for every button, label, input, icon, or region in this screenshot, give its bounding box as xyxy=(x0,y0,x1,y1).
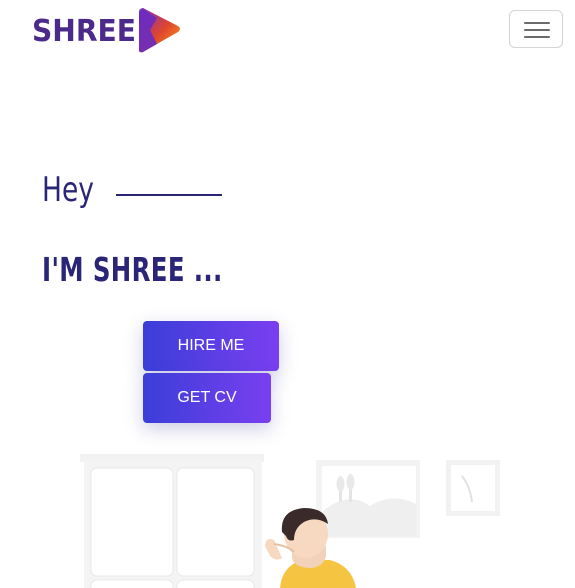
greeting-heading: Hey xyxy=(42,170,94,210)
bookshelf-icon xyxy=(80,454,264,588)
get-cv-button[interactable]: GET CV xyxy=(143,373,271,423)
picture-frame-icon xyxy=(316,460,420,538)
hamburger-menu-icon xyxy=(524,22,550,24)
menu-toggle-button[interactable] xyxy=(509,10,563,48)
greeting-underline xyxy=(116,194,222,196)
person-at-desk-illustration xyxy=(80,454,500,588)
logo-text: SHREE xyxy=(32,14,136,49)
hamburger-bar xyxy=(524,29,550,31)
small-frame-icon xyxy=(446,460,500,516)
navbar: SHREE xyxy=(0,0,575,60)
shree-logo[interactable]: SHREE xyxy=(32,6,184,54)
hero-name-heading: I'M SHREE ... xyxy=(42,250,223,289)
hamburger-bar xyxy=(524,36,550,38)
hire-me-button[interactable]: HIRE ME xyxy=(143,321,279,371)
